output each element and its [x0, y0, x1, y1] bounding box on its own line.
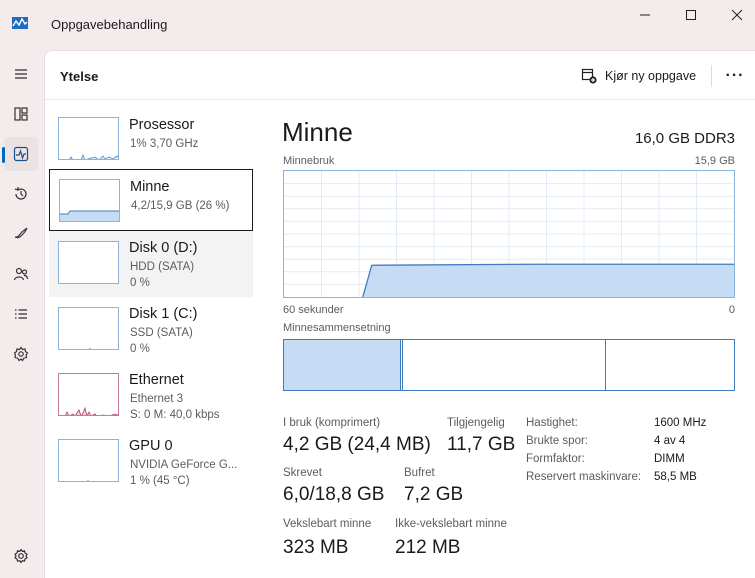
new-task-icon [581, 68, 597, 84]
resource-item-memory[interactable]: Minne 4,2/15,9 GB (26 %) [49, 169, 253, 231]
app-history-icon [14, 187, 27, 200]
disk1-thumbnail-graph [58, 307, 119, 350]
performance-icon [13, 146, 29, 162]
resource-item-cpu[interactable]: Prosessor 1% 3,70 GHz [49, 109, 253, 173]
composition-free [606, 340, 734, 390]
settings-icon [14, 548, 28, 564]
memory-usage-graph [283, 170, 735, 298]
main-panel: Ytelse Kjør ny oppgave ··· Prosessor 1% … [44, 50, 755, 578]
startup-apps-icon [14, 227, 28, 239]
resource-name: GPU 0 [129, 438, 173, 454]
nav-details[interactable] [4, 297, 38, 331]
navigation-rail [0, 50, 44, 578]
title-bar: Oppgavebehandling [0, 0, 755, 50]
hardware-reserved-value: 58,5 MB [654, 471, 697, 483]
resource-name: Minne [130, 179, 170, 195]
memory-usage-area [362, 264, 734, 297]
slots-used-value: 4 av 4 [654, 435, 686, 447]
resource-item-gpu[interactable]: GPU 0 NVIDIA GeForce G... 1 % (45 °C) [49, 429, 253, 495]
nonpaged-pool-label: Ikke-vekslebart minne [395, 518, 507, 530]
run-new-task-label: Kjør ny oppgave [605, 69, 697, 83]
in-use-value: 4,2 GB (24,4 MB) [283, 434, 431, 455]
paged-pool-label: Vekslebart minne [283, 518, 372, 530]
resource-detail: HDD (SATA) [130, 261, 195, 273]
resource-detail: 1 % (45 °C) [130, 475, 190, 487]
speed-key: Hastighet: [526, 417, 578, 429]
resource-item-disk1[interactable]: Disk 1 (C:) SSD (SATA) 0 % [49, 297, 253, 363]
detail-title: Minne [282, 117, 353, 147]
page-title: Ytelse [60, 69, 99, 84]
cpu-thumbnail-graph [58, 117, 119, 160]
task-manager-icon [12, 15, 28, 31]
nav-processes[interactable] [4, 97, 38, 131]
time-axis-right: 0 [728, 304, 735, 316]
resource-name: Disk 0 (D:) [129, 240, 198, 256]
disk0-thumbnail-graph [58, 241, 119, 284]
more-options-icon: ··· [725, 67, 745, 84]
in-use-label: I bruk (komprimert) [283, 417, 381, 429]
memory-usage-svg [284, 171, 734, 298]
resource-detail: 1% 3,70 GHz [130, 138, 199, 150]
usage-graph-label: Minnebruk [283, 155, 335, 167]
slots-used-key: Brukte spor: [526, 435, 588, 447]
resource-item-ethernet[interactable]: Ethernet Ethernet 3 S: 0 M: 40,0 kbps [49, 363, 253, 429]
form-factor-value: DIMM [654, 453, 685, 465]
composition-standby [403, 340, 606, 390]
resource-detail: 0 % [130, 277, 150, 289]
committed-label: Skrevet [283, 467, 322, 479]
resource-name: Prosessor [129, 117, 195, 133]
processes-icon [14, 107, 28, 121]
gpu-thumbnail-graph [58, 439, 119, 482]
nav-users[interactable] [4, 257, 38, 291]
nonpaged-pool-value: 212 MB [395, 537, 461, 558]
speed-value: 1600 MHz [654, 417, 707, 429]
composition-in-use [284, 340, 401, 390]
users-icon [13, 267, 29, 281]
more-options-button[interactable]: ··· [721, 65, 749, 87]
available-value: 11,7 GB [447, 434, 516, 455]
nav-app-history[interactable] [4, 177, 38, 211]
form-factor-key: Formfaktor: [526, 453, 585, 465]
resource-item-disk0[interactable]: Disk 0 (D:) HDD (SATA) 0 % [49, 231, 253, 297]
hamburger-icon [15, 69, 27, 79]
paged-pool-value: 323 MB [283, 537, 349, 558]
memory-thumbnail-graph [59, 179, 120, 222]
minimize-button[interactable] [622, 0, 668, 30]
resource-detail: Ethernet 3 [130, 393, 184, 405]
details-icon [15, 309, 27, 319]
time-axis-left: 60 sekunder [283, 304, 344, 316]
resource-detail: 0 % [130, 343, 150, 355]
page-header: Ytelse Kjør ny oppgave ··· [45, 51, 755, 100]
nav-settings[interactable] [4, 539, 38, 573]
resource-detail: S: 0 M: 40,0 kbps [130, 409, 220, 421]
window-title: Oppgavebehandling [51, 17, 168, 32]
committed-value: 6,0/18,8 GB [283, 484, 385, 505]
resource-name: Disk 1 (C:) [129, 306, 198, 322]
nav-services[interactable] [4, 337, 38, 371]
header-divider [711, 65, 712, 87]
available-label: Tilgjengelig [447, 417, 505, 429]
memory-composition-bar [283, 339, 735, 391]
ethernet-thumbnail-graph [58, 373, 119, 416]
usage-graph-max: 15,9 GB [694, 155, 735, 167]
cached-label: Bufret [404, 467, 435, 479]
memory-spec: 16,0 GB DDR3 [634, 130, 735, 147]
resource-name: Ethernet [129, 372, 184, 388]
services-icon [13, 346, 29, 362]
resource-detail: 4,2/15,9 GB (26 %) [131, 200, 230, 212]
hardware-reserved-key: Reservert maskinvare: [526, 471, 642, 483]
maximize-button[interactable] [668, 0, 714, 30]
nav-performance[interactable] [2, 137, 38, 171]
resource-detail: NVIDIA GeForce G... [130, 459, 238, 471]
run-new-task-button[interactable]: Kjør ny oppgave [581, 65, 696, 87]
resource-detail: SSD (SATA) [130, 327, 193, 339]
nav-startup-apps[interactable] [4, 217, 38, 251]
close-button[interactable] [714, 0, 755, 30]
hamburger-menu-button[interactable] [4, 57, 38, 91]
composition-label: Minnesammensetning [283, 322, 391, 334]
cached-value: 7,2 GB [404, 484, 464, 505]
